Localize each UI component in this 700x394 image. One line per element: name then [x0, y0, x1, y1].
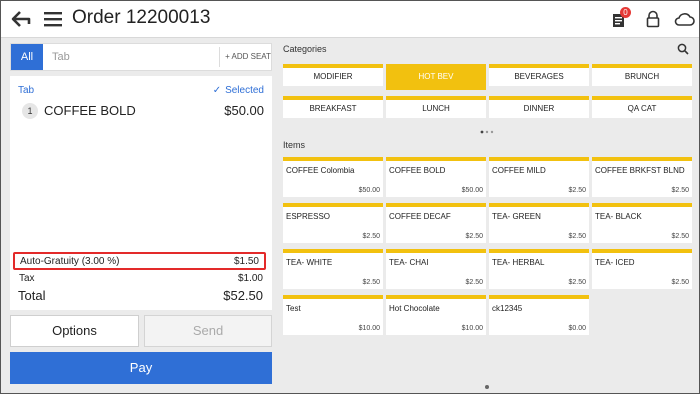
- category-beverages[interactable]: BEVERAGES: [489, 64, 589, 86]
- item-quantity: 1: [22, 103, 38, 119]
- page-indicator-dot: [485, 385, 489, 389]
- menu-item-price: $2.50: [671, 187, 689, 194]
- page-indicator-dots: [480, 130, 494, 134]
- menu-item-name: COFFEE BOLD: [389, 166, 446, 175]
- menu-item[interactable]: COFFEE BRKFST BLND $2.50: [592, 157, 692, 197]
- app-header: Order 12200013 0: [1, 1, 699, 38]
- send-button[interactable]: Send: [144, 315, 272, 347]
- order-tab-label[interactable]: Tab: [18, 85, 34, 96]
- menu-item[interactable]: TEA- ICED $2.50: [592, 249, 692, 289]
- menu-item[interactable]: COFFEE DECAF $2.50: [386, 203, 486, 243]
- menu-item-price: $2.50: [568, 233, 586, 240]
- menu-item-name: TEA- WHITE: [286, 258, 333, 267]
- selected-indicator[interactable]: ✓ Selected: [213, 85, 264, 96]
- category-qa-cat[interactable]: QA CAT: [592, 96, 692, 118]
- menu-item-price: $2.50: [465, 279, 483, 286]
- menu-item-price: $50.00: [358, 187, 380, 194]
- menu-item[interactable]: Test $10.00: [283, 295, 383, 335]
- menu-item-name: TEA- GREEN: [492, 212, 541, 221]
- pay-button[interactable]: Pay: [10, 352, 272, 384]
- menu-item-price: $10.00: [461, 325, 483, 332]
- tab-all[interactable]: All: [11, 44, 43, 70]
- menu-item-price: $2.50: [362, 279, 380, 286]
- selected-label: Selected: [225, 85, 264, 96]
- menu-item-name: COFFEE Colombia: [286, 166, 355, 175]
- checkmark-icon: ✓: [212, 85, 222, 96]
- total-label: Total: [18, 288, 46, 303]
- menu-item[interactable]: ESPRESSO $2.50: [283, 203, 383, 243]
- menu-item-name: TEA- BLACK: [595, 212, 642, 221]
- menu-item[interactable]: TEA- HERBAL $2.50: [489, 249, 589, 289]
- item-price: $50.00: [224, 103, 264, 118]
- items-heading: Items: [283, 140, 306, 150]
- menu-item[interactable]: COFFEE MILD $2.50: [489, 157, 589, 197]
- menu-item[interactable]: TEA- WHITE $2.50: [283, 249, 383, 289]
- search-icon[interactable]: [677, 43, 689, 55]
- add-seat-button[interactable]: + ADD SEAT: [223, 44, 273, 70]
- back-arrow-icon[interactable]: [10, 8, 32, 30]
- menu-item-name: TEA- HERBAL: [492, 258, 545, 267]
- total-value: $52.50: [223, 288, 263, 303]
- menu-item-name: COFFEE BRKFST BLND: [595, 166, 685, 175]
- order-line-item[interactable]: 1 COFFEE BOLD $50.00: [22, 102, 264, 122]
- auto-gratuity-label: Auto-Gratuity (3.00 %): [20, 256, 120, 267]
- menu-icon[interactable]: [43, 10, 63, 28]
- notification-badge: 0: [620, 7, 631, 18]
- menu-item-name: ck12345: [492, 304, 523, 313]
- menu-item-price: $2.50: [465, 233, 483, 240]
- menu-item[interactable]: COFFEE BOLD $50.00: [386, 157, 486, 197]
- menu-item-name: TEA- CHAI: [389, 258, 429, 267]
- menu-panel: Categories MODIFIER HOT BEV BEVERAGES BR…: [278, 38, 699, 393]
- lock-icon[interactable]: [645, 10, 661, 28]
- tab-name-input[interactable]: [46, 47, 226, 67]
- category-modifier[interactable]: MODIFIER: [283, 64, 383, 86]
- categories-heading: Categories: [283, 44, 327, 54]
- category-brunch[interactable]: BRUNCH: [592, 64, 692, 86]
- category-lunch[interactable]: LUNCH: [386, 96, 486, 118]
- pos-screen: Order 12200013 0 All + ADD SEAT Tab ✓Sel…: [0, 0, 700, 394]
- menu-item[interactable]: TEA- BLACK $2.50: [592, 203, 692, 243]
- menu-item[interactable]: COFFEE Colombia $50.00: [283, 157, 383, 197]
- tax-label: Tax: [19, 273, 35, 284]
- cloud-icon[interactable]: [673, 11, 695, 27]
- divider: [219, 47, 220, 67]
- menu-item-name: COFFEE DECAF: [389, 212, 451, 221]
- menu-item-name: TEA- ICED: [595, 258, 635, 267]
- menu-item-name: Hot Chocolate: [389, 304, 440, 313]
- menu-item-name: ESPRESSO: [286, 212, 331, 221]
- page-title: Order 12200013: [72, 7, 211, 28]
- category-breakfast[interactable]: BREAKFAST: [283, 96, 383, 118]
- category-hot-bev[interactable]: HOT BEV: [386, 64, 486, 90]
- tax-value: $1.00: [237, 273, 263, 284]
- menu-item[interactable]: Hot Chocolate $10.00: [386, 295, 486, 335]
- menu-item-price: $50.00: [461, 187, 483, 194]
- menu-item-price: $0.00: [568, 325, 586, 332]
- menu-item-price: $2.50: [671, 233, 689, 240]
- auto-gratuity-value: $1.50: [233, 256, 259, 267]
- options-button[interactable]: Options: [10, 315, 139, 347]
- item-name: COFFEE BOLD: [44, 103, 136, 118]
- category-dinner[interactable]: DINNER: [489, 96, 589, 118]
- order-panel: Tab ✓ Selected 1 COFFEE BOLD $50.00 Auto-…: [10, 76, 272, 310]
- menu-item-name: Test: [286, 304, 301, 313]
- menu-item-price: $2.50: [362, 233, 380, 240]
- menu-item-price: $2.50: [671, 279, 689, 286]
- menu-item[interactable]: TEA- GREEN $2.50: [489, 203, 589, 243]
- menu-item-price: $10.00: [358, 325, 380, 332]
- auto-gratuity-row: Auto-Gratuity (3.00 %) $1.50: [13, 252, 266, 270]
- menu-item[interactable]: ck12345 $0.00: [489, 295, 589, 335]
- menu-item-name: COFFEE MILD: [492, 166, 546, 175]
- menu-item[interactable]: TEA- CHAI $2.50: [386, 249, 486, 289]
- menu-item-price: $2.50: [568, 187, 586, 194]
- menu-item-price: $2.50: [568, 279, 586, 286]
- tab-bar: All + ADD SEAT: [10, 43, 272, 71]
